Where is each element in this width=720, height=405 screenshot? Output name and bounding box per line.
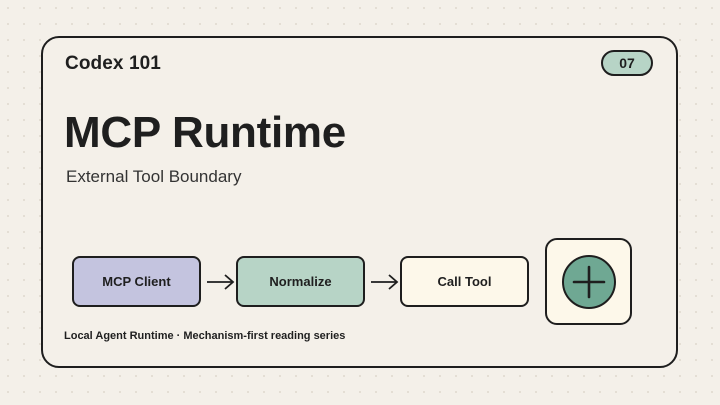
- slide-card: Codex 101 07 MCP Runtime External Tool B…: [41, 36, 678, 368]
- flow-step-normalize: Normalize: [236, 256, 365, 307]
- page-title: MCP Runtime: [64, 108, 346, 157]
- flow-step-mcp-client: MCP Client: [72, 256, 201, 307]
- page-subtitle: External Tool Boundary: [66, 167, 242, 186]
- arrow-right-icon: [207, 274, 235, 290]
- arrow-right-icon: [371, 274, 399, 290]
- brand-title: Codex 101: [65, 53, 161, 74]
- flow-step-call-tool: Call Tool: [400, 256, 529, 307]
- episode-badge: 07: [601, 50, 653, 76]
- footer-caption: Local Agent Runtime · Mechanism-first re…: [64, 330, 346, 342]
- plus-tile: [545, 238, 632, 325]
- plus-circle-icon: [561, 254, 616, 309]
